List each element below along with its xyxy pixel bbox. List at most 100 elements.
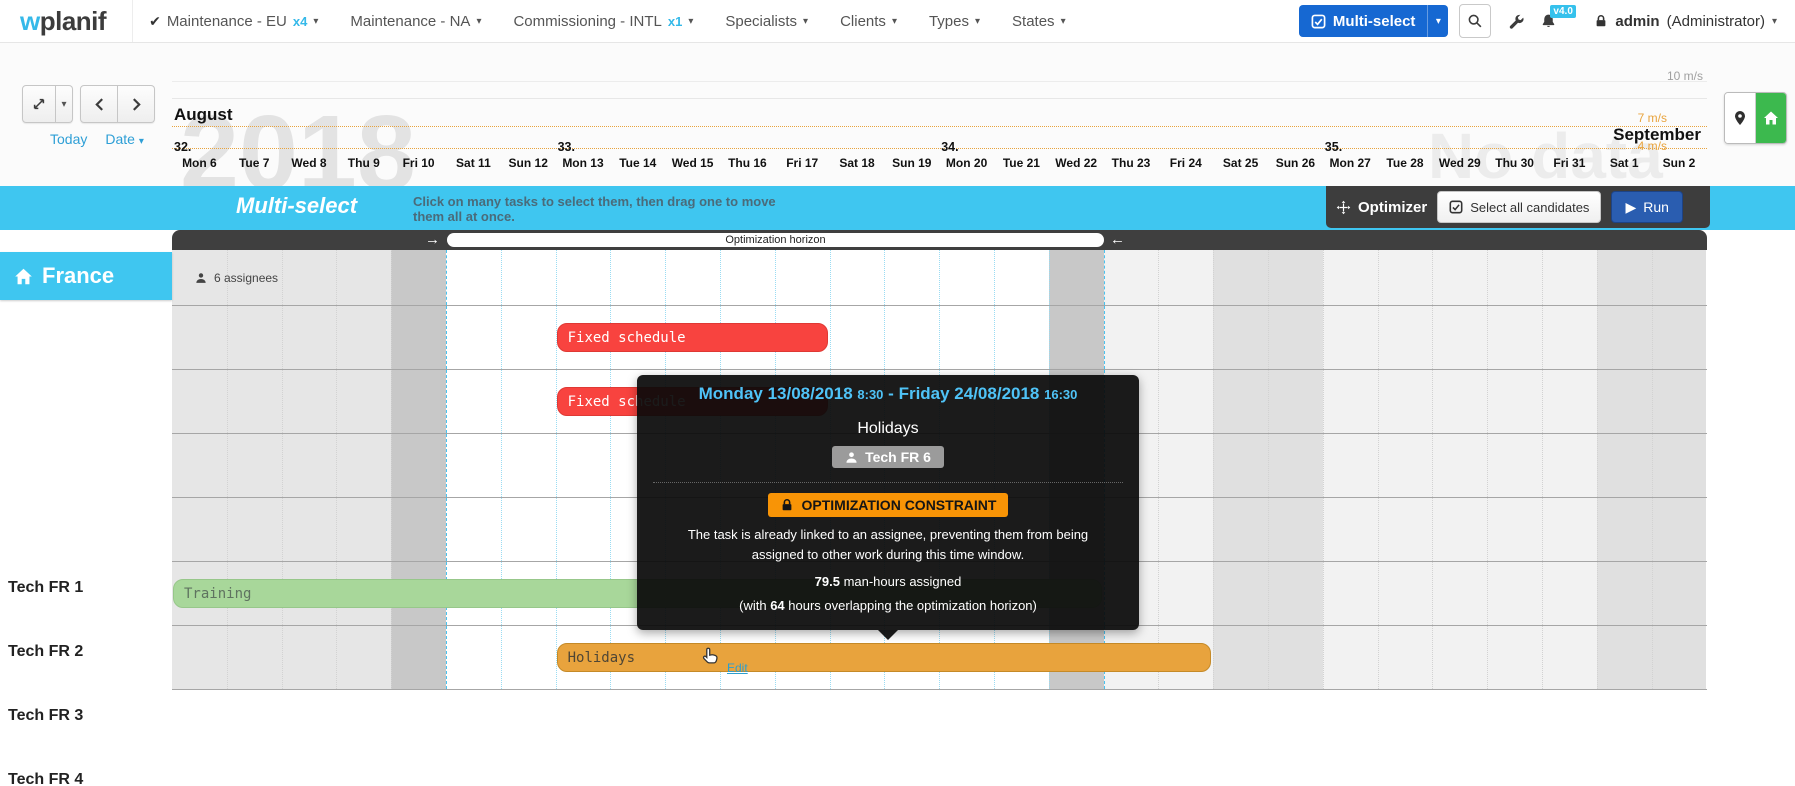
edit-link[interactable]: Edit — [727, 661, 748, 675]
grid-cell[interactable] — [446, 434, 501, 497]
notifications-button[interactable]: v4.0 — [1540, 13, 1557, 29]
grid-cell[interactable] — [1213, 306, 1268, 369]
grid-cell[interactable] — [1323, 562, 1378, 625]
grid-cell[interactable] — [1323, 434, 1378, 497]
grid-cell[interactable] — [1597, 562, 1652, 625]
grid-cell[interactable] — [1378, 306, 1433, 369]
run-button[interactable]: ▶ Run — [1611, 191, 1682, 223]
grid-cell[interactable] — [172, 498, 227, 561]
grid-cell[interactable] — [1213, 498, 1268, 561]
grid-cell[interactable] — [1597, 306, 1652, 369]
menu-item-specialists[interactable]: Specialists▾ — [709, 13, 824, 30]
grid-cell[interactable] — [391, 370, 446, 433]
grid-cell[interactable] — [1104, 306, 1159, 369]
zoom-caret-button[interactable]: ▾ — [56, 85, 73, 123]
grid-cell[interactable] — [1542, 626, 1597, 689]
menu-item-types[interactable]: Types▾ — [913, 13, 996, 30]
grid-cell[interactable] — [939, 306, 994, 369]
home-button[interactable] — [1756, 93, 1786, 143]
grid-cell[interactable] — [1487, 626, 1542, 689]
grid-cell[interactable] — [1597, 434, 1652, 497]
settings-wrench-button[interactable] — [1508, 13, 1525, 30]
map-pin-button[interactable] — [1725, 93, 1756, 143]
multi-select-caret[interactable]: ▾ — [1427, 5, 1448, 37]
grid-cell[interactable] — [884, 306, 939, 369]
grid-cell[interactable] — [391, 434, 446, 497]
menu-item-clients[interactable]: Clients▾ — [824, 13, 913, 30]
grid-cell[interactable] — [1213, 370, 1268, 433]
grid-cell[interactable] — [1652, 434, 1707, 497]
grid-cell[interactable] — [1432, 370, 1487, 433]
grid-cell[interactable] — [1323, 306, 1378, 369]
grid-cell[interactable] — [336, 498, 391, 561]
grid-cell[interactable] — [1597, 498, 1652, 561]
menu-item-maintenance-na[interactable]: Maintenance - NA▾ — [334, 13, 497, 30]
grid-cell[interactable] — [1542, 306, 1597, 369]
grid-cell[interactable] — [391, 626, 446, 689]
grid-cell[interactable] — [1652, 498, 1707, 561]
grid-cell[interactable] — [172, 306, 227, 369]
multi-select-button[interactable]: Multi-select — [1299, 5, 1428, 37]
grid-cell[interactable] — [282, 306, 337, 369]
grid-cell[interactable] — [1597, 626, 1652, 689]
grid-cell[interactable] — [1268, 434, 1323, 497]
grid-cell[interactable] — [1378, 370, 1433, 433]
grid-cell[interactable] — [1378, 498, 1433, 561]
group-header-france[interactable]: France — [0, 252, 172, 300]
grid-cell[interactable] — [556, 498, 611, 561]
grid-cell[interactable] — [336, 626, 391, 689]
task-bar-holidays[interactable]: Holidays — [557, 643, 1212, 672]
grid-cell[interactable] — [994, 306, 1049, 369]
grid-cell[interactable] — [336, 306, 391, 369]
select-all-candidates-button[interactable]: Select all candidates — [1437, 191, 1601, 223]
grid-cell[interactable] — [1378, 562, 1433, 625]
horizon-right-arrow-icon[interactable]: ← — [1110, 230, 1125, 250]
user-menu[interactable]: admin (Administrator) ▾ — [1594, 13, 1785, 30]
grid-cell[interactable] — [1542, 498, 1597, 561]
grid-cell[interactable] — [1487, 434, 1542, 497]
grid-cell[interactable] — [336, 370, 391, 433]
optimization-horizon-handle[interactable]: Optimization horizon — [447, 233, 1104, 247]
grid-cell[interactable] — [1323, 370, 1378, 433]
grid-cell[interactable] — [1432, 626, 1487, 689]
search-button[interactable] — [1459, 4, 1491, 38]
grid-cell[interactable] — [227, 498, 282, 561]
grid-cell[interactable] — [501, 306, 556, 369]
grid-cell[interactable] — [446, 498, 501, 561]
grid-cell[interactable] — [830, 306, 885, 369]
grid-cell[interactable] — [1652, 626, 1707, 689]
menu-item-maintenance-eu[interactable]: ✔Maintenance - EUx4▾ — [133, 13, 334, 30]
grid-cell[interactable] — [1158, 370, 1213, 433]
menu-item-commissioning-intl[interactable]: Commissioning - INTLx1▾ — [497, 13, 709, 30]
grid-cell[interactable] — [1268, 626, 1323, 689]
grid-cell[interactable] — [282, 626, 337, 689]
grid-cell[interactable] — [1542, 434, 1597, 497]
grid-cell[interactable] — [172, 626, 227, 689]
grid-cell[interactable] — [446, 626, 501, 689]
grid-cell[interactable] — [1049, 306, 1104, 369]
grid-cell[interactable] — [282, 370, 337, 433]
grid-cell[interactable] — [556, 434, 611, 497]
grid-cell[interactable] — [1432, 562, 1487, 625]
grid-cell[interactable] — [1487, 370, 1542, 433]
grid-cell[interactable] — [1268, 498, 1323, 561]
grid-cell[interactable] — [1158, 562, 1213, 625]
date-dropdown[interactable]: Date ▾ — [105, 131, 144, 147]
grid-cell[interactable] — [501, 626, 556, 689]
grid-cell[interactable] — [1432, 306, 1487, 369]
grid-cell[interactable] — [1378, 626, 1433, 689]
grid-cell[interactable] — [1432, 498, 1487, 561]
horizon-left-arrow-icon[interactable]: → — [425, 230, 440, 250]
grid-cell[interactable] — [227, 370, 282, 433]
grid-cell[interactable] — [1158, 306, 1213, 369]
grid-cell[interactable] — [1213, 434, 1268, 497]
grid-cell[interactable] — [282, 498, 337, 561]
grid-cell[interactable] — [1652, 370, 1707, 433]
grid-cell[interactable] — [282, 434, 337, 497]
timeline-scale[interactable]: 2018No dataAugustSeptember10 m/s7 m/s4 m… — [172, 43, 1707, 186]
grid-cell[interactable] — [1213, 626, 1268, 689]
prev-button[interactable] — [80, 85, 118, 123]
grid-cell[interactable] — [1652, 562, 1707, 625]
grid-cell[interactable] — [1323, 626, 1378, 689]
grid-cell[interactable] — [1597, 370, 1652, 433]
